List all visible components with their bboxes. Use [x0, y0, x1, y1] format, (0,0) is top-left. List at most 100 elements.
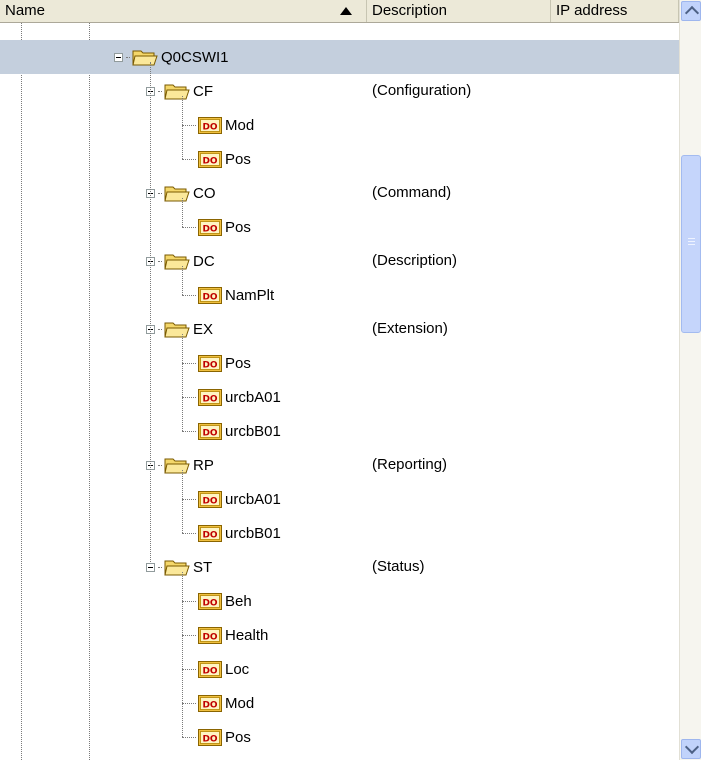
- tree-node-label: Mod: [225, 694, 255, 712]
- tree-row-child[interactable]: DO Mod: [0, 686, 679, 720]
- tree-node-label: Mod: [225, 116, 255, 134]
- scroll-down-button[interactable]: [681, 739, 701, 759]
- tree-connector: [182, 226, 196, 228]
- tree-connector-line: [182, 96, 183, 159]
- tree-connector: [182, 634, 196, 636]
- data-object-icon: DO: [198, 626, 222, 644]
- tree-row-dc[interactable]: DC (Description): [0, 244, 679, 278]
- tree-connector: [158, 464, 162, 466]
- tree-node-child[interactable]: DO Health: [182, 618, 268, 652]
- tree-row-child[interactable]: DO Pos: [0, 720, 679, 754]
- tree-connector-line: [150, 62, 151, 562]
- tree-connector: [182, 362, 196, 364]
- tree-node-child[interactable]: DO Beh: [182, 584, 252, 618]
- tree-node-label: Pos: [225, 354, 251, 372]
- tree-node-label: CF: [193, 82, 213, 100]
- folder-open-icon: [164, 254, 190, 270]
- tree-node-child[interactable]: DO Mod: [182, 686, 254, 720]
- tree-node-ex[interactable]: EX: [146, 312, 213, 346]
- tree-node-label: urcbA01: [225, 388, 281, 406]
- tree-row-child[interactable]: DO Mod: [0, 108, 679, 142]
- tree-node-st[interactable]: ST: [146, 550, 212, 584]
- tree-node-child[interactable]: DO urcbA01: [182, 380, 281, 414]
- tree-row-child[interactable]: DO Pos: [0, 210, 679, 244]
- tree-node-child[interactable]: DO Pos: [182, 346, 251, 380]
- collapse-toggle-icon[interactable]: [146, 562, 155, 572]
- tree-node-description: (Description): [372, 252, 458, 269]
- tree-row-ex[interactable]: EX (Extension): [0, 312, 679, 346]
- tree-row-root[interactable]: Q0CSWI1: [0, 40, 679, 74]
- folder-open-icon: [164, 186, 190, 202]
- data-object-icon: DO: [198, 524, 222, 542]
- tree-connector-line: [182, 198, 183, 227]
- data-object-icon: DO: [198, 354, 222, 372]
- tree-row-child[interactable]: DO Loc: [0, 652, 679, 686]
- ip-address-column-label: IP address: [556, 2, 628, 19]
- tree-node-child[interactable]: DO Pos: [182, 720, 251, 754]
- folder-open-icon: [164, 84, 190, 100]
- scroll-thumb[interactable]: [681, 155, 701, 333]
- tree-row-cf[interactable]: CF (Configuration): [0, 74, 679, 108]
- svg-text:DO: DO: [202, 224, 217, 234]
- tree-node-rp[interactable]: RP: [146, 448, 214, 482]
- tree-row-st[interactable]: ST (Status): [0, 550, 679, 584]
- tree-connector-line: [182, 470, 183, 533]
- svg-text:DO: DO: [202, 394, 217, 404]
- tree-connector: [158, 192, 162, 194]
- tree-node-label: CO: [193, 184, 216, 202]
- tree-row-co[interactable]: CO (Command): [0, 176, 679, 210]
- tree-node-label: Beh: [225, 592, 252, 610]
- description-column-header[interactable]: Description: [367, 0, 551, 22]
- tree-view[interactable]: Q0CSWI1 CF (Configuration) DO Mod DO Pos CO (Com…: [0, 23, 679, 760]
- tree-node-dc[interactable]: DC: [146, 244, 215, 278]
- tree-node-child[interactable]: DO Pos: [182, 142, 251, 176]
- tree-node-co[interactable]: CO: [146, 176, 216, 210]
- tree-connector: [182, 702, 196, 704]
- tree-node-child[interactable]: DO NamPlt: [182, 278, 274, 312]
- name-column-header[interactable]: Name: [0, 0, 367, 22]
- svg-text:DO: DO: [202, 122, 217, 132]
- svg-text:DO: DO: [202, 700, 217, 710]
- tree-row-child[interactable]: DO urcbA01: [0, 380, 679, 414]
- vertical-scrollbar[interactable]: [679, 0, 701, 760]
- tree-node-child[interactable]: DO Pos: [182, 210, 251, 244]
- tree-node-description: (Reporting): [372, 456, 448, 473]
- tree-node-root[interactable]: Q0CSWI1: [114, 40, 229, 74]
- name-column-label: Name: [5, 2, 46, 19]
- tree-node-label: Q0CSWI1: [161, 48, 229, 66]
- tree-connector-line: [182, 572, 183, 737]
- tree-node-child[interactable]: DO Loc: [182, 652, 249, 686]
- svg-text:DO: DO: [202, 428, 217, 438]
- tree-row-child[interactable]: DO NamPlt: [0, 278, 679, 312]
- tree-node-label: Pos: [225, 150, 251, 168]
- data-object-icon: DO: [198, 286, 222, 304]
- tree-row-child[interactable]: DO urcbB01: [0, 414, 679, 448]
- tree-node-description: (Extension): [372, 320, 448, 337]
- tree-node-label: DC: [193, 252, 215, 270]
- scroll-up-button[interactable]: [681, 1, 701, 21]
- tree-node-label: RP: [193, 456, 214, 474]
- tree-node-description: (Command): [372, 184, 452, 201]
- tree-row-child[interactable]: DO urcbA01: [0, 482, 679, 516]
- tree-node-cf[interactable]: CF: [146, 74, 213, 108]
- tree-node-child[interactable]: DO urcbA01: [182, 482, 281, 516]
- tree-connector: [126, 56, 130, 58]
- tree-connector: [182, 158, 196, 160]
- tree-row-child[interactable]: DO Pos: [0, 142, 679, 176]
- svg-text:DO: DO: [202, 496, 217, 506]
- tree-node-child[interactable]: DO urcbB01: [182, 516, 281, 550]
- tree-row-child[interactable]: DO urcbB01: [0, 516, 679, 550]
- sort-ascending-icon: [340, 7, 352, 15]
- tree-row-child[interactable]: DO Health: [0, 618, 679, 652]
- tree-row-child[interactable]: DO Pos: [0, 346, 679, 380]
- tree-node-child[interactable]: DO Mod: [182, 108, 254, 142]
- tree-node-child[interactable]: DO urcbB01: [182, 414, 281, 448]
- folder-open-icon: [164, 458, 190, 474]
- ip-address-column-header[interactable]: IP address: [551, 0, 679, 22]
- tree-row-child[interactable]: DO Beh: [0, 584, 679, 618]
- grip-line: [688, 238, 695, 239]
- collapse-toggle-icon[interactable]: [114, 52, 123, 62]
- tree-row-rp[interactable]: RP (Reporting): [0, 448, 679, 482]
- grip-line: [688, 241, 695, 242]
- column-header: Name Description IP address: [0, 0, 679, 23]
